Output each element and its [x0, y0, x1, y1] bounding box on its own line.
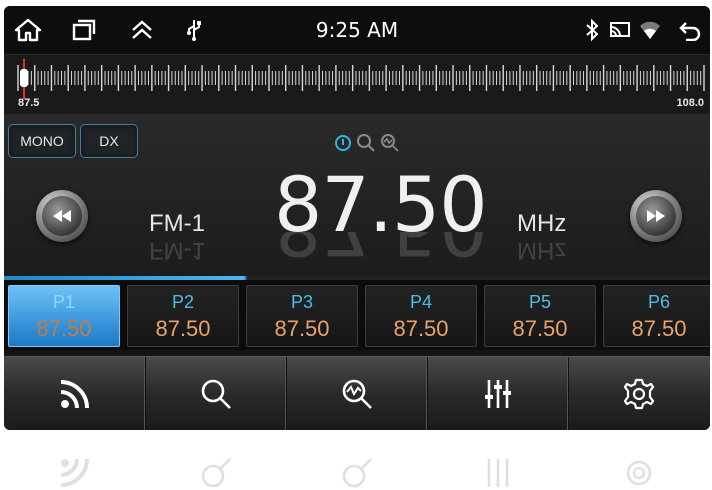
band-label-reflection: FM-1	[149, 237, 205, 264]
scan-button[interactable]	[286, 357, 428, 430]
seek-back-button[interactable]	[36, 190, 88, 242]
scan-icon	[286, 430, 427, 490]
preset-p2[interactable]: P2 87.50	[127, 285, 239, 347]
seek-forward-button[interactable]	[630, 190, 682, 242]
search-button[interactable]	[145, 357, 287, 430]
bluetooth-icon	[578, 16, 606, 44]
frequency-reflection: 87.50	[274, 232, 487, 272]
scan-icon	[342, 379, 372, 409]
mono-button[interactable]: MONO	[8, 124, 76, 158]
scale-min-label: 87.5	[18, 97, 40, 109]
tuning-scale[interactable]: 87.5 108.0	[4, 54, 710, 116]
preset-name: P2	[171, 292, 195, 312]
radio-signal-icon	[60, 380, 89, 409]
preset-name: P1	[52, 292, 76, 312]
unit-label-reflection: MHz	[517, 237, 567, 264]
preset-p6[interactable]: P6 87.50	[603, 285, 710, 347]
tuning-handle[interactable]	[20, 69, 28, 87]
scale-ticks	[17, 59, 705, 99]
bottom-toolbar	[4, 356, 710, 430]
preset-p3[interactable]: P3 87.50	[246, 285, 358, 347]
gear-icon	[623, 378, 655, 410]
preset-frequency: 87.50	[274, 316, 330, 341]
preset-frequency: 87.50	[512, 316, 568, 341]
search-icon	[145, 430, 286, 490]
info-icon[interactable]	[334, 134, 352, 152]
equalizer-button[interactable]	[427, 357, 569, 430]
rewind-icon	[53, 210, 71, 222]
preset-name: P4	[409, 292, 433, 312]
equalizer-icon	[484, 380, 511, 408]
preset-frequency: 87.50	[36, 316, 92, 341]
radio-screen: 9:25 AM 87.5 108.0 MONO DX FM-1 FM-1 87.…	[4, 6, 710, 430]
scale-max-label: 108.0	[676, 97, 704, 109]
fast-forward-icon	[647, 210, 665, 222]
preset-row: P1 87.50 P2 87.50 P3 87.50 P4 87.50 P5 8…	[4, 280, 710, 350]
cast-icon	[606, 16, 634, 44]
preset-name: P5	[528, 292, 552, 312]
preset-p1[interactable]: P1 87.50	[8, 285, 120, 347]
preset-frequency: 87.50	[155, 316, 211, 341]
radio-signal-button[interactable]	[4, 357, 146, 430]
preset-p4[interactable]: P4 87.50	[365, 285, 477, 347]
equalizer-icon	[427, 430, 568, 490]
dx-button[interactable]: DX	[80, 124, 138, 158]
preset-p5[interactable]: P5 87.50	[484, 285, 596, 347]
scan-icon[interactable]	[380, 133, 400, 153]
toolbar-reflection	[4, 430, 710, 490]
preset-frequency: 87.50	[631, 316, 687, 341]
preset-name: P6	[647, 292, 671, 312]
preset-name: P3	[290, 292, 314, 312]
unit-label: MHz	[517, 210, 567, 237]
tuner-display: MONO DX FM-1 FM-1 87.50 87.50 MHz MHz	[4, 114, 710, 280]
settings-button[interactable]	[568, 357, 710, 430]
band-label: FM-1	[149, 210, 205, 237]
back-icon[interactable]	[676, 16, 704, 44]
gear-icon	[568, 430, 710, 490]
radio-signal-icon	[4, 430, 145, 490]
status-bar: 9:25 AM	[4, 6, 710, 54]
search-icon[interactable]	[356, 133, 376, 153]
search-icon	[201, 379, 231, 409]
preset-frequency: 87.50	[393, 316, 449, 341]
mode-icons	[334, 132, 414, 154]
wifi-icon	[636, 16, 664, 44]
